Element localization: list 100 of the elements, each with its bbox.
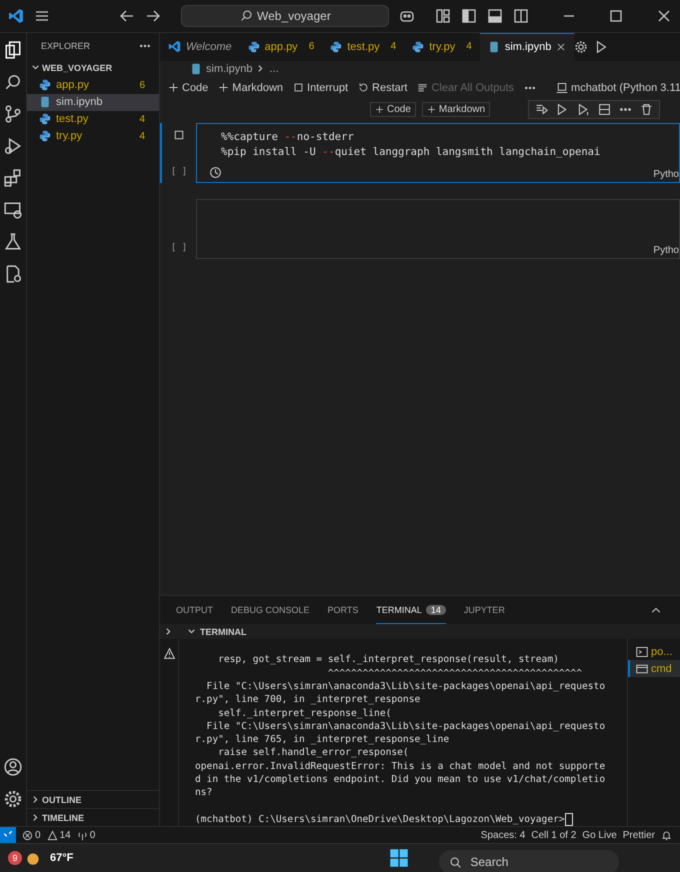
- plus-icon: [218, 82, 230, 94]
- toolbar-button[interactable]: Interrupt: [293, 82, 348, 94]
- editor-tab[interactable]: sim.ipynb: [480, 32, 574, 61]
- history-icon[interactable]: [209, 166, 222, 179]
- terminal-item[interactable]: cmd: [628, 660, 680, 678]
- file-item[interactable]: try.py 4: [27, 128, 159, 145]
- extensions-icon[interactable]: [4, 168, 22, 187]
- panel-tab[interactable]: JUPYTER: [464, 596, 505, 624]
- remote-explorer-icon[interactable]: [4, 200, 22, 219]
- close-icon[interactable]: [556, 42, 566, 52]
- command-center-field[interactable]: Web_voyager: [181, 4, 390, 27]
- panel-tab[interactable]: PORTS: [328, 596, 358, 624]
- add-cell-button[interactable]: Markdown: [422, 102, 490, 118]
- split-cell-icon[interactable]: [598, 103, 611, 116]
- start-icon[interactable]: [389, 848, 410, 868]
- python-file-icon: [412, 40, 424, 53]
- python-file-icon: [330, 40, 342, 53]
- run-above-icon[interactable]: [535, 103, 548, 116]
- maximize-icon[interactable]: [608, 8, 624, 24]
- plus-icon: [426, 105, 436, 114]
- toolbar-button[interactable]: Restart: [358, 82, 408, 94]
- server-icon: [556, 82, 568, 94]
- status-item[interactable]: Go Live: [582, 830, 617, 840]
- breadcrumb-item[interactable]: ...: [269, 62, 279, 75]
- plus-icon: [375, 105, 384, 114]
- run-icon[interactable]: [594, 40, 608, 54]
- forward-arrow-icon[interactable]: [145, 8, 162, 24]
- toolbar-button[interactable]: Code: [168, 82, 208, 94]
- toggle-sidebar-icon[interactable]: [461, 8, 478, 24]
- section-header[interactable]: OUTLINE: [42, 794, 82, 804]
- python-file-icon: [248, 40, 260, 53]
- errors-status[interactable]: 0: [22, 830, 41, 840]
- clear-outputs-icon: [417, 82, 428, 94]
- cell-language[interactable]: Pytho: [653, 168, 679, 180]
- ports-status[interactable]: 0: [76, 830, 96, 840]
- panel-tab[interactable]: DEBUG CONSOLE: [231, 596, 310, 624]
- search-icon: [449, 856, 462, 868]
- run-debug-icon[interactable]: [4, 136, 22, 155]
- plus-icon: [168, 82, 179, 94]
- remote-button[interactable]: [0, 827, 16, 843]
- vscode-logo-icon: [8, 8, 24, 24]
- terminal-section-header[interactable]: TERMINAL: [200, 626, 246, 637]
- code-line[interactable]: %pip install -U --quiet langgraph langsmith langchain_openai: [221, 144, 679, 160]
- notebook-file-icon: [39, 96, 51, 108]
- temperature[interactable]: 67°F: [50, 852, 74, 864]
- terminal-icon: [636, 646, 648, 658]
- delete-icon[interactable]: [640, 103, 653, 116]
- execution-count: [ ]: [170, 166, 188, 177]
- restart-icon: [358, 82, 370, 94]
- code-line[interactable]: %%capture --no-stderr: [221, 130, 679, 145]
- breadcrumb-item[interactable]: sim.ipynb: [206, 62, 252, 75]
- gear-icon[interactable]: [574, 40, 588, 54]
- python-file-icon: [39, 130, 51, 142]
- explorer-icon[interactable]: [4, 40, 22, 59]
- chevron-icon[interactable]: [164, 627, 173, 636]
- back-arrow-icon[interactable]: [119, 8, 136, 24]
- explorer-title: EXPLORER: [41, 40, 90, 51]
- terminal-item[interactable]: po...: [628, 643, 680, 660]
- warnings-status[interactable]: 14: [46, 830, 71, 840]
- flask-icon[interactable]: [4, 232, 22, 251]
- status-item[interactable]: Spaces: 4: [480, 830, 526, 840]
- close-icon[interactable]: [656, 8, 672, 24]
- cell-language[interactable]: Pytho: [653, 244, 679, 256]
- settings-icon[interactable]: [4, 790, 22, 808]
- status-item[interactable]: Cell 1 of 2: [531, 830, 576, 840]
- bell-icon: [661, 830, 672, 840]
- warning-icon: [46, 830, 58, 840]
- antenna-icon: [76, 830, 88, 840]
- run-cell-icon[interactable]: [173, 128, 185, 141]
- folder-name[interactable]: WEB_VOYAGER: [42, 62, 112, 73]
- status-item[interactable]: Prettier: [622, 830, 655, 840]
- run-below-icon[interactable]: [577, 103, 590, 116]
- file-item[interactable]: sim.ipynb: [27, 94, 159, 111]
- notebook-file-icon: [488, 41, 500, 54]
- warning-icon: [162, 647, 176, 660]
- file-item[interactable]: test.py 4: [27, 110, 159, 128]
- vscode-icon: [168, 40, 181, 54]
- toolbar-button[interactable]: Markdown: [218, 82, 284, 94]
- file-item[interactable]: app.py 6: [27, 76, 159, 94]
- add-cell-button[interactable]: Code: [370, 102, 416, 118]
- account-icon[interactable]: [4, 758, 22, 776]
- split-editor-icon[interactable]: [513, 8, 530, 24]
- execution-count: [ ]: [170, 242, 188, 253]
- python-file-icon: [39, 113, 51, 126]
- python-file-icon: [39, 79, 51, 92]
- section-header[interactable]: TIMELINE: [42, 812, 84, 822]
- layout-icon[interactable]: [435, 8, 452, 24]
- search-icon: [240, 9, 253, 22]
- stop-icon: [293, 82, 304, 94]
- kernel-picker[interactable]: mchatbot (Python 3.11: [556, 82, 680, 94]
- error-icon: [22, 830, 33, 840]
- cmd-icon: [636, 662, 648, 675]
- search-icon[interactable]: [4, 72, 22, 91]
- panel-tab[interactable]: OUTPUT: [176, 596, 213, 624]
- source-control-icon[interactable]: [4, 104, 22, 123]
- toggle-panel-icon[interactable]: [487, 8, 504, 24]
- taskbar-search-field[interactable]: Search: [439, 850, 620, 872]
- notebook-file-icon: [190, 62, 202, 75]
- notification-badge: 9: [8, 851, 22, 865]
- run-cell-icon[interactable]: [556, 103, 569, 116]
